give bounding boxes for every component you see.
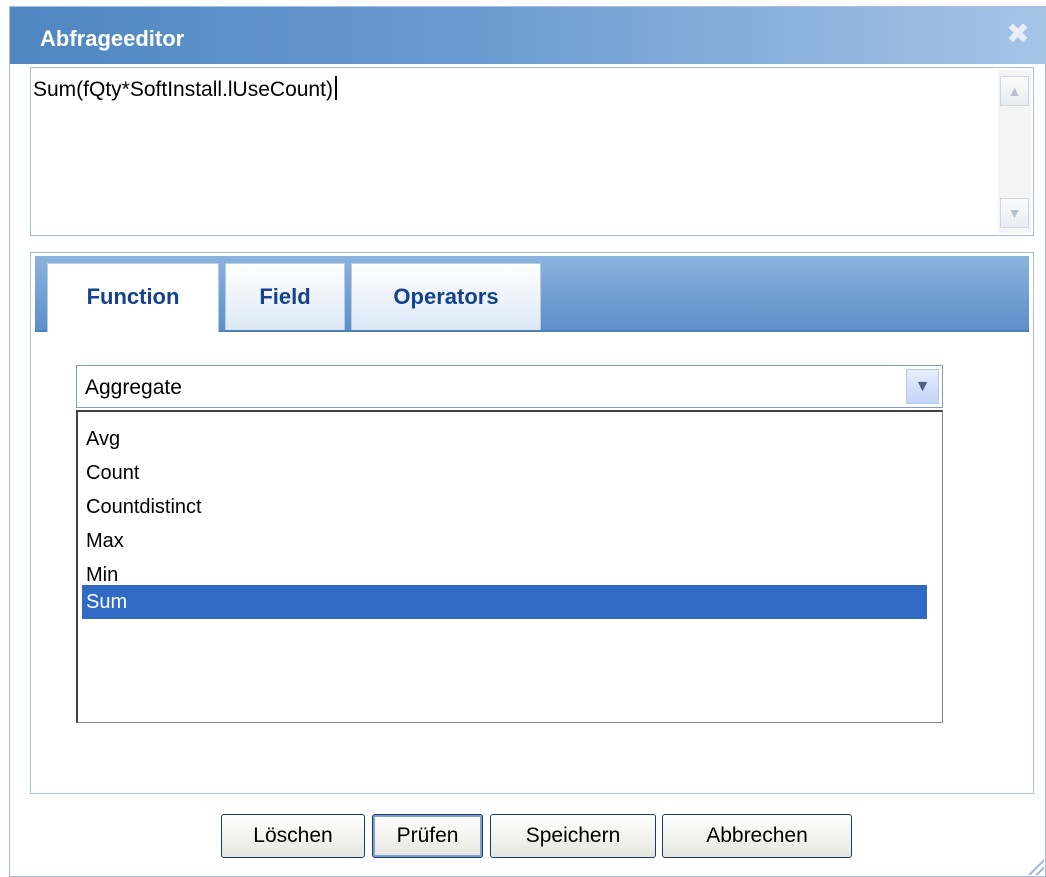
- list-item[interactable]: Max: [82, 524, 927, 558]
- text-caret: [334, 76, 337, 100]
- cancel-button[interactable]: Abbrechen: [662, 814, 852, 858]
- resize-grip-icon[interactable]: [1026, 857, 1044, 875]
- close-icon[interactable]: ✖: [1005, 20, 1031, 48]
- function-listbox[interactable]: Avg Count Countdistinct Max Min Sum: [76, 410, 943, 723]
- list-item-selected[interactable]: Sum: [82, 585, 927, 619]
- title-bar[interactable]: Abfrageeditor ✖: [10, 7, 1045, 64]
- check-button[interactable]: Prüfen: [372, 814, 483, 858]
- list-item[interactable]: Count: [82, 456, 927, 490]
- expression-text: Sum(fQty*SoftInstall.lUseCount): [33, 76, 337, 102]
- category-select[interactable]: Aggregate ▼: [76, 365, 943, 408]
- vertical-scrollbar[interactable]: ▲ ▼: [998, 70, 1031, 233]
- tab-strip: Function Field Operators: [35, 256, 1029, 332]
- chevron-down-icon[interactable]: ▼: [906, 369, 939, 404]
- save-button[interactable]: Speichern: [490, 814, 656, 858]
- scroll-up-icon[interactable]: ▲: [1000, 76, 1029, 106]
- category-select-value: Aggregate: [85, 376, 182, 399]
- dialog-title: Abfrageeditor: [40, 26, 185, 51]
- list-item[interactable]: Countdistinct: [82, 490, 927, 524]
- expression-textarea[interactable]: Sum(fQty*SoftInstall.lUseCount) ▲ ▼: [30, 67, 1034, 236]
- scroll-down-icon[interactable]: ▼: [1000, 198, 1029, 228]
- tab-field[interactable]: Field: [225, 263, 345, 330]
- tab-function[interactable]: Function: [47, 263, 219, 332]
- expression-value: Sum(fQty*SoftInstall.lUseCount): [33, 78, 333, 101]
- tab-operators[interactable]: Operators: [351, 263, 541, 330]
- list-item[interactable]: Avg: [82, 422, 927, 456]
- clear-button[interactable]: Löschen: [221, 814, 365, 858]
